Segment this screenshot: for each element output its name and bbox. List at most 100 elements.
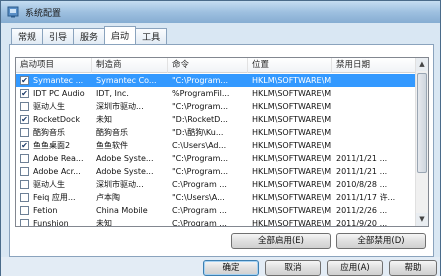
window-title: 系统配置 bbox=[25, 8, 62, 19]
table-row[interactable]: Feiq 应用... 卢本陶 "C:\Users\A... HKLM\SOFTW… bbox=[16, 191, 416, 204]
scroll-up-icon[interactable]: ▲ bbox=[416, 58, 428, 71]
startup-checkbox[interactable]: ✔ bbox=[20, 76, 29, 85]
cell-location: HKLM\SOFTWARE\M... bbox=[252, 102, 332, 111]
table-row[interactable]: Adobe Acr... Adobe Syste... "C:\Program.… bbox=[16, 165, 416, 178]
cell-date bbox=[334, 139, 416, 152]
cell-location: HKLM\SOFTWARE\M... bbox=[252, 193, 332, 202]
startup-checkbox[interactable] bbox=[20, 193, 29, 202]
tab-general[interactable]: 常规 bbox=[11, 28, 44, 44]
help-button[interactable]: 帮助 bbox=[389, 260, 437, 276]
cell-manufacturer: 未知 bbox=[96, 219, 112, 227]
column-header-item[interactable]: 启动项目 bbox=[16, 58, 92, 73]
cell-location: HKLM\SOFTWARE\M... bbox=[252, 115, 332, 124]
cell-command: %ProgramFil... bbox=[172, 89, 230, 98]
cancel-button[interactable]: 取消 bbox=[265, 260, 321, 276]
cell-date: 2011/1/17 许... bbox=[336, 193, 396, 202]
cell-manufacturer: 深圳市驱动... bbox=[96, 102, 144, 111]
startup-checkbox[interactable] bbox=[20, 219, 29, 226]
cell-manufacturer: 未知 bbox=[96, 115, 112, 124]
startup-checkbox[interactable]: ✔ bbox=[20, 115, 29, 124]
cell-date: 2011/1/21 ... bbox=[336, 154, 388, 163]
cell-manufacturer: Adobe Syste... bbox=[96, 167, 154, 176]
cell-item: Feiq 应用... bbox=[33, 193, 76, 202]
apply-button[interactable]: 应用(A) bbox=[327, 260, 383, 276]
tab-strip: 常规 引导 服务 启动 工具 bbox=[11, 26, 168, 44]
scroll-thumb[interactable] bbox=[417, 73, 427, 173]
scroll-down-icon[interactable]: ▼ bbox=[416, 213, 428, 226]
cell-item: Funshion bbox=[33, 219, 69, 227]
table-row[interactable]: ✔ IDT PC Audio IDT, Inc. %ProgramFil... … bbox=[16, 87, 416, 100]
cell-command: "C:\Users\A... bbox=[172, 193, 225, 202]
list-scrollbar[interactable]: ▲ ▼ bbox=[415, 58, 428, 226]
tab-services[interactable]: 服务 bbox=[73, 28, 106, 44]
startup-list[interactable]: 启动项目 制造商 命令 位置 禁用日期 ✔ Symantec ... Syman… bbox=[15, 57, 429, 227]
enable-all-button[interactable]: 全部启用(E) bbox=[231, 233, 331, 249]
tab-boot[interactable]: 引导 bbox=[42, 28, 75, 44]
cell-date bbox=[334, 100, 416, 113]
cell-location: HKLM\SOFTWARE\M... bbox=[252, 141, 332, 150]
cell-location: HKLM\SOFTWARE\M... bbox=[252, 128, 332, 137]
cell-date: 2011/9/20 ... bbox=[336, 219, 388, 227]
list-rows: ✔ Symantec ... Symantec Co... "C:\Progra… bbox=[16, 74, 416, 227]
cell-date bbox=[334, 87, 416, 100]
cell-item: 驱动人生 bbox=[33, 102, 65, 111]
cell-command: C:\Users\Ad... bbox=[172, 141, 227, 150]
cell-date bbox=[334, 113, 416, 126]
startup-checkbox[interactable] bbox=[20, 128, 29, 137]
column-header-disabled-date[interactable]: 禁用日期 bbox=[332, 58, 416, 73]
cell-manufacturer: 酷狗音乐 bbox=[96, 128, 128, 137]
column-header-command[interactable]: 命令 bbox=[168, 58, 248, 73]
cell-manufacturer: IDT, Inc. bbox=[96, 89, 129, 98]
table-row[interactable]: Fetion China Mobile C:\Program ... HKLM\… bbox=[16, 204, 416, 217]
table-row[interactable]: Adobe Rea... Adobe Syste... "C:\Program.… bbox=[16, 152, 416, 165]
list-header: 启动项目 制造商 命令 位置 禁用日期 bbox=[16, 58, 416, 73]
cell-manufacturer: 卢本陶 bbox=[96, 193, 120, 202]
table-row[interactable]: ✔ RocketDock 未知 "D:\RocketD... HKLM\SOFT… bbox=[16, 113, 416, 126]
cell-command: "C:\Program... bbox=[172, 102, 229, 111]
startup-checkbox[interactable] bbox=[20, 180, 29, 189]
disable-all-button[interactable]: 全部禁用(D) bbox=[336, 233, 426, 249]
table-row[interactable]: ✔ Symantec ... Symantec Co... "C:\Progra… bbox=[16, 74, 416, 87]
cell-item: Fetion bbox=[33, 206, 58, 215]
cell-location: HKLM\SOFTWARE\M... bbox=[252, 89, 332, 98]
cell-manufacturer: Symantec Co... bbox=[96, 76, 157, 85]
cell-command: "D:\RocketD... bbox=[172, 115, 228, 124]
cell-item: 鱼鱼桌面2 bbox=[33, 141, 71, 150]
cell-location: HKLM\SOFTWARE\M... bbox=[252, 76, 332, 85]
cell-manufacturer: Adobe Syste... bbox=[96, 154, 154, 163]
cell-date: 2011/2/26 ... bbox=[336, 206, 388, 215]
cell-item: 驱动人生 bbox=[33, 180, 65, 189]
system-config-icon bbox=[7, 6, 19, 18]
cell-item: IDT PC Audio bbox=[33, 89, 85, 98]
startup-checkbox[interactable] bbox=[20, 102, 29, 111]
cell-manufacturer: China Mobile bbox=[96, 206, 148, 215]
cell-location: HKLM\SOFTWARE\M... bbox=[252, 167, 332, 176]
cell-date bbox=[334, 74, 416, 87]
startup-checkbox[interactable] bbox=[20, 167, 29, 176]
startup-checkbox[interactable] bbox=[20, 206, 29, 215]
startup-checkbox[interactable] bbox=[20, 154, 29, 163]
cell-date: 2011/1/21 ... bbox=[336, 167, 388, 176]
column-header-location[interactable]: 位置 bbox=[248, 58, 332, 73]
tab-startup[interactable]: 启动 bbox=[104, 26, 137, 44]
cell-item: RocketDock bbox=[33, 115, 80, 124]
cell-item: Adobe Acr... bbox=[33, 167, 81, 176]
cell-command: "C:\Program... bbox=[172, 76, 229, 85]
startup-checkbox[interactable]: ✔ bbox=[20, 141, 29, 150]
cell-command: "C:\Program... bbox=[172, 167, 229, 176]
table-row[interactable]: 酷狗音乐 酷狗音乐 "D:\酷狗\Ku... HKLM\SOFTWARE\M..… bbox=[16, 126, 416, 139]
title-bar[interactable]: 系统配置 bbox=[1, 1, 440, 23]
table-row[interactable]: Funshion 未知 C:\Program ... HKLM\SOFTWARE… bbox=[16, 217, 416, 227]
ok-button[interactable]: 确定 bbox=[203, 260, 259, 276]
table-row[interactable]: ✔ 鱼鱼桌面2 鱼鱼软件 C:\Users\Ad... HKLM\SOFTWAR… bbox=[16, 139, 416, 152]
table-row[interactable]: 驱动人生 深圳市驱动... C:\Program ... HKLM\SOFTWA… bbox=[16, 178, 416, 191]
cell-manufacturer: 鱼鱼软件 bbox=[96, 141, 128, 150]
cell-command: "D:\酷狗\Ku... bbox=[172, 128, 224, 137]
cell-item: Adobe Rea... bbox=[33, 154, 84, 163]
cell-date: 2010/8/28 ... bbox=[336, 180, 388, 189]
table-row[interactable]: 驱动人生 深圳市驱动... "C:\Program... HKLM\SOFTWA… bbox=[16, 100, 416, 113]
cell-command: "C:\Program... bbox=[172, 154, 229, 163]
column-header-manufacturer[interactable]: 制造商 bbox=[92, 58, 168, 73]
startup-checkbox[interactable]: ✔ bbox=[20, 89, 29, 98]
tab-tools[interactable]: 工具 bbox=[135, 28, 168, 44]
